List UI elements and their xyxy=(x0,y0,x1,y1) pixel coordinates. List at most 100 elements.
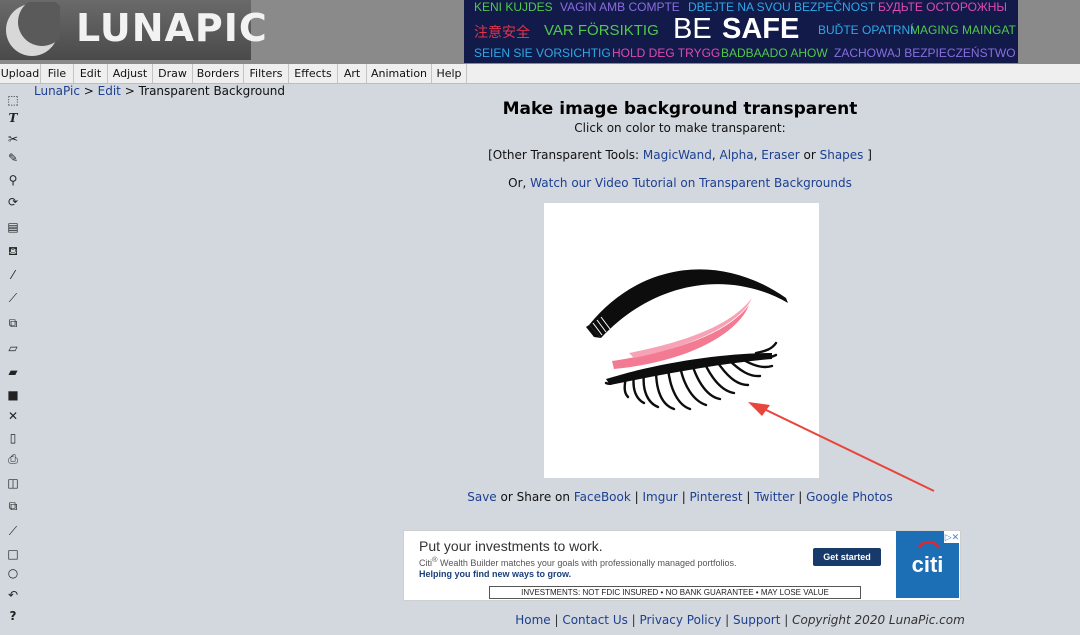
rectangle-icon[interactable]: □ xyxy=(5,546,21,562)
menu-adjust[interactable]: Adjust xyxy=(108,64,153,83)
save-disk-icon[interactable]: ■ xyxy=(5,387,21,403)
share-line: Save or Share on FaceBook | Imgur | Pint… xyxy=(380,490,980,504)
copyright-site-link[interactable]: LunaPic.com xyxy=(889,613,965,627)
breadcrumb-edit-link[interactable]: Edit xyxy=(98,84,121,98)
breadcrumb-separator: > xyxy=(120,84,139,98)
footer-support-link[interactable]: Support xyxy=(733,613,780,627)
lunapic-logo[interactable]: LUNAPIC xyxy=(0,0,267,60)
banner-text: BUĎTE OPATRNÍ xyxy=(818,23,914,37)
breadcrumb-lunapic-link[interactable]: LunaPic xyxy=(34,84,80,98)
video-prefix: Or, xyxy=(508,176,531,190)
pencil-icon[interactable]: ✎ xyxy=(5,150,21,166)
pipe-separator: | xyxy=(630,490,643,504)
save-link[interactable]: Save xyxy=(467,490,496,504)
pipe-separator: | xyxy=(794,490,807,504)
pipe-separator: | xyxy=(627,613,640,627)
annotation-arrow xyxy=(748,402,935,492)
ad-disclaimer: INVESTMENTS: NOT FDIC INSURED • NO BANK … xyxy=(489,586,861,599)
share-pinterest-link[interactable]: Pinterest xyxy=(690,490,743,504)
menu-borders[interactable]: Borders xyxy=(193,64,244,83)
marquee-select-icon[interactable]: ⬚ xyxy=(5,92,21,108)
ad-sub-brand: Citi xyxy=(419,558,432,568)
menu-edit[interactable]: Edit xyxy=(74,64,108,83)
pipe-separator: | xyxy=(550,613,563,627)
comma-separator: , xyxy=(711,148,720,162)
magicwand-link[interactable]: MagicWand xyxy=(643,148,712,162)
eraser-link[interactable]: Eraser xyxy=(761,148,799,162)
shapes-link[interactable]: Shapes xyxy=(820,148,864,162)
ad-subtext: Citi® Wealth Builder matches your goals … xyxy=(419,555,737,568)
menu-help[interactable]: Help xyxy=(432,64,467,83)
other-tools-suffix: ] xyxy=(863,148,872,162)
banner-text: KENI KUJDES xyxy=(474,0,553,14)
scissors-icon[interactable]: ✂ xyxy=(5,131,21,147)
or-word: or xyxy=(799,148,820,162)
ad-tagline: Helping you find new ways to grow. xyxy=(419,569,572,579)
print-icon[interactable]: ⎙ xyxy=(5,451,21,467)
zoom-icon[interactable]: ⚲ xyxy=(5,172,21,188)
gradient-icon[interactable]: ▤ xyxy=(5,219,21,235)
open-folder-icon[interactable]: ▰ xyxy=(5,364,21,380)
breadcrumb-separator: > xyxy=(79,84,98,98)
menu-animation[interactable]: Animation xyxy=(367,64,432,83)
video-tutorial-link[interactable]: Watch our Video Tutorial on Transparent … xyxy=(530,176,852,190)
pipe-separator: | xyxy=(780,613,793,627)
pipe-separator: | xyxy=(677,490,690,504)
menu-bar: Upload File Edit Adjust Draw Borders Fil… xyxy=(0,64,1080,84)
share-twitter-link[interactable]: Twitter xyxy=(754,490,794,504)
menu-upload[interactable]: Upload xyxy=(0,64,41,83)
banner-text: 注意安全 xyxy=(474,24,530,40)
text-icon[interactable]: T xyxy=(5,110,21,126)
banner-text: SAFE xyxy=(722,13,800,45)
close-icon[interactable]: ✕ xyxy=(5,408,21,424)
share-imgur-link[interactable]: Imgur xyxy=(642,490,677,504)
banner-text: SEIEN SIE VORSICHTIG xyxy=(474,46,611,60)
ad-close-icon[interactable]: ▷✕ xyxy=(944,531,960,543)
copyright-text: Copyright 2020 xyxy=(792,613,889,627)
help-icon[interactable]: ? xyxy=(5,608,21,624)
ad-sub-text: Wealth Builder matches your goals with p… xyxy=(437,558,737,568)
banner-text: БУДЬТЕ ОСТОРОЖНЫ xyxy=(878,0,1008,14)
rotate-icon[interactable]: ⟳ xyxy=(5,194,21,210)
eraser-icon[interactable]: ▱ xyxy=(5,340,21,356)
copy-icon[interactable]: ⧉ xyxy=(5,498,21,514)
footer-contact-link[interactable]: Contact Us xyxy=(562,613,628,627)
logo-text: LUNAPIC xyxy=(76,6,268,50)
layers-icon[interactable]: ◫ xyxy=(5,475,21,491)
line-icon[interactable]: ⟋ xyxy=(5,523,21,539)
footer-privacy-link[interactable]: Privacy Policy xyxy=(640,613,722,627)
footer-home-link[interactable]: Home xyxy=(515,613,550,627)
breadcrumb: LunaPic > Edit > Transparent Background xyxy=(34,84,285,98)
menu-effects[interactable]: Effects xyxy=(289,64,338,83)
pipe-separator: | xyxy=(742,490,755,504)
menu-draw[interactable]: Draw xyxy=(153,64,193,83)
crop-icon[interactable]: ⧉ xyxy=(5,315,21,331)
new-page-icon[interactable]: ▯ xyxy=(5,430,21,446)
banner-text: HOLD DEG TRYGG xyxy=(612,46,721,60)
menu-file[interactable]: File xyxy=(41,64,74,83)
get-started-button[interactable]: Get started xyxy=(813,548,881,566)
banner-text: VAGIN AMB COMPTE xyxy=(560,0,680,14)
share-google-photos-link[interactable]: Google Photos xyxy=(806,490,893,504)
header: LUNAPIC KENI KUJDES VAGIN AMB COMPTE DBE… xyxy=(0,0,1080,64)
pipe-separator: | xyxy=(721,613,733,627)
brush-icon[interactable]: ⟋ xyxy=(5,290,21,306)
undo-icon[interactable]: ↶ xyxy=(5,587,21,603)
eyedropper-icon[interactable]: ⁄ xyxy=(5,267,21,283)
be-safe-banner[interactable]: KENI KUJDES VAGIN AMB COMPTE DBEJTE NA S… xyxy=(464,0,1018,63)
share-facebook-link[interactable]: FaceBook xyxy=(574,490,631,504)
circle-icon[interactable]: ○ xyxy=(5,565,21,581)
menu-art[interactable]: Art xyxy=(338,64,367,83)
citi-advertisement[interactable]: Put your investments to work. Citi® Weal… xyxy=(403,530,961,601)
other-tools-prefix: [Other Transparent Tools: xyxy=(488,148,643,162)
banner-text: DBEJTE NA SVOU BEZPEČNOST xyxy=(688,0,876,14)
alpha-link[interactable]: Alpha xyxy=(720,148,754,162)
instruction-text: Click on color to make transparent: xyxy=(574,121,786,135)
banner-text: MAGING MAINGAT xyxy=(910,23,1016,37)
citi-arc-icon xyxy=(917,540,941,549)
video-tutorial-line: Or, Watch our Video Tutorial on Transpar… xyxy=(380,176,980,190)
menu-filters[interactable]: Filters xyxy=(244,64,289,83)
footer: Home | Contact Us | Privacy Policy | Sup… xyxy=(380,613,1080,627)
paint-bucket-icon[interactable]: ⛾ xyxy=(5,243,21,259)
tool-palette: ⬚ T ✂ ✎ ⚲ ⟳ ▤ ⛾ ⁄ ⟋ ⧉ ▱ ▰ ■ ✕ ▯ ⎙ ◫ ⧉ ⟋ … xyxy=(0,86,26,635)
